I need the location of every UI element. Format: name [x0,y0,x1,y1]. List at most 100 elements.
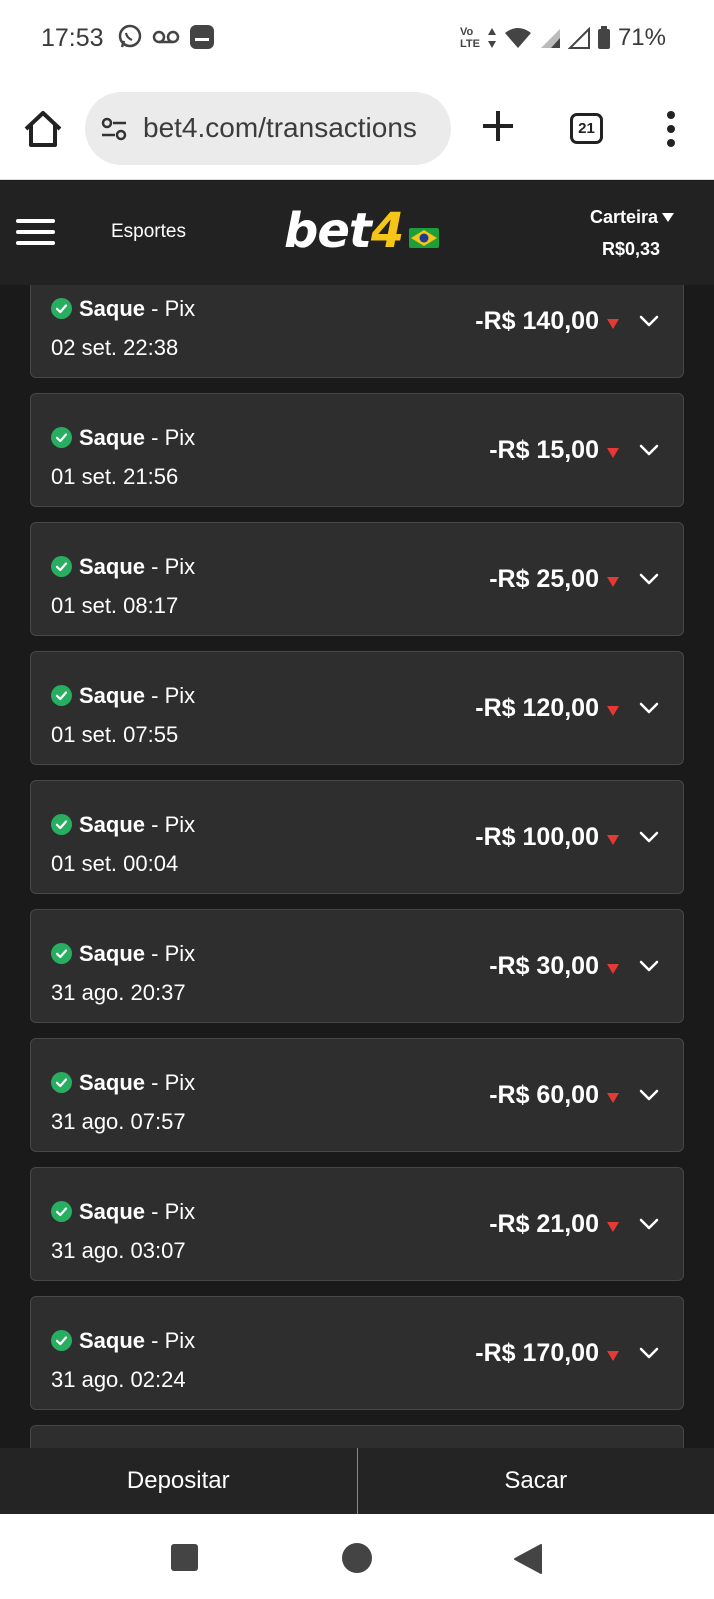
battery-percent: 71% [617,24,666,51]
transaction-type: Saque [79,1199,146,1224]
chevron-down-icon[interactable] [639,1089,659,1101]
transaction-type: Saque [79,812,146,837]
transaction-card[interactable]: Saque - Pix 31 ago. 07:57 -R$ 60,00 [30,1038,684,1152]
transaction-amount: -R$ 170,00 [475,1339,599,1367]
chevron-down-icon[interactable] [639,1347,659,1359]
transaction-method: - Pix [145,683,196,708]
transaction-title: Saque - Pix [79,425,195,451]
status-bar: 17:53 Vo LTE 71% [0,0,714,78]
transaction-date: 31 ago. 07:57 [51,1109,186,1134]
home-nav-icon[interactable] [342,1543,372,1573]
wallet-dropdown[interactable]: Carteira [590,207,674,228]
transaction-title: Saque - Pix [79,296,195,322]
transaction-method: - Pix [145,296,196,321]
transaction-card[interactable]: Saque - Pix 02 set. 22:38 -R$ 140,00 [30,285,684,378]
more-options-icon[interactable] [661,109,681,149]
transaction-method: - Pix [145,1199,196,1224]
transaction-type: Saque [79,683,146,708]
logo-text: bet4 [284,203,404,259]
chevron-down-icon[interactable] [639,831,659,843]
hamburger-icon[interactable] [16,219,55,245]
transaction-amount: -R$ 140,00 [475,307,599,335]
notification-icons [117,24,215,50]
transaction-method: - Pix [145,425,196,450]
chevron-down-icon[interactable] [639,702,659,714]
success-check-icon [51,556,72,577]
transaction-title: Saque - Pix [79,941,195,967]
chevron-down-icon[interactable] [639,315,659,327]
site-logo[interactable]: bet4 [284,201,440,261]
success-check-icon [51,298,72,319]
url-text[interactable]: bet4.com/transactions [143,112,417,144]
transaction-list[interactable]: Saque - Pix 02 set. 22:38 -R$ 140,00 Saque … [0,285,714,1448]
chevron-down-icon[interactable] [639,960,659,972]
transaction-title: Saque - Pix [79,683,195,709]
voicemail-icon [152,30,180,44]
transaction-type: Saque [79,1328,146,1353]
transaction-card[interactable]: Saque - Pix 01 set. 00:04 -R$ 100,00 [30,780,684,894]
outgoing-arrow-icon [607,319,619,329]
transaction-date: 02 set. 22:38 [51,335,179,360]
transaction-type: Saque [79,296,146,321]
status-right-icons: Vo LTE 71% [460,24,666,52]
transaction-amount: -R$ 60,00 [489,1081,599,1109]
logo-main: bet [284,203,372,259]
transaction-title: Saque - Pix [79,1328,195,1354]
signal-empty-icon [567,27,590,49]
data-arrows-icon [487,28,496,48]
success-check-icon [51,1072,72,1093]
transaction-card[interactable]: Saque - Pix 01 set. 08:17 -R$ 25,00 [30,522,684,636]
chevron-down-icon[interactable] [639,1218,659,1230]
recents-icon[interactable] [171,1544,198,1571]
outgoing-arrow-icon [607,964,619,974]
site-settings-icon[interactable] [99,114,129,144]
outgoing-arrow-icon [607,1222,619,1232]
bottom-action-bar: Depositar Sacar [0,1448,714,1514]
transaction-amount: -R$ 30,00 [489,952,599,980]
transaction-amount: -R$ 100,00 [475,823,599,851]
transaction-amount: -R$ 120,00 [475,694,599,722]
success-check-icon [51,1330,72,1351]
deposit-button[interactable]: Depositar [0,1448,357,1514]
back-icon[interactable] [513,1543,543,1575]
success-check-icon [51,943,72,964]
tab-switcher-button[interactable]: 21 [570,113,603,144]
transaction-type: Saque [79,941,146,966]
success-check-icon [51,1201,72,1222]
battery-icon [597,26,610,49]
transaction-card[interactable]: Saque - Pix 31 ago. 02:24 -R$ 170,00 [30,1296,684,1410]
outgoing-arrow-icon [607,706,619,716]
nav-link-esportes[interactable]: Esportes [111,221,186,243]
outgoing-arrow-icon [607,448,619,458]
transaction-method: - Pix [145,1328,196,1353]
transaction-amount: -R$ 25,00 [489,565,599,593]
transaction-card[interactable]: Saque - Pix 31 ago. 03:07 -R$ 21,00 [30,1167,684,1281]
browser-toolbar: bet4.com/transactions 21 [0,78,714,180]
transaction-amount: -R$ 21,00 [489,1210,599,1238]
transaction-amount: -R$ 15,00 [489,436,599,464]
caret-down-icon [662,213,674,222]
chevron-down-icon[interactable] [639,444,659,456]
withdraw-button[interactable]: Sacar [358,1448,714,1514]
system-nav-bar [0,1514,714,1599]
transaction-card[interactable]: Saque - Pix 01 set. 07:55 -R$ 120,00 [30,651,684,765]
outgoing-arrow-icon [607,1093,619,1103]
address-bar[interactable]: bet4.com/transactions [85,92,451,165]
transaction-date: 31 ago. 02:24 [51,1367,186,1392]
transaction-card[interactable]: Saque - Pix 31 ago. 20:37 -R$ 30,00 [30,909,684,1023]
transaction-type: Saque [79,425,146,450]
new-tab-icon[interactable] [478,106,518,146]
whatsapp-icon [118,24,142,48]
outgoing-arrow-icon [607,1351,619,1361]
chevron-down-icon[interactable] [639,573,659,585]
transaction-title: Saque - Pix [79,812,195,838]
home-icon[interactable] [22,108,64,150]
success-check-icon [51,427,72,448]
outgoing-arrow-icon [607,835,619,845]
transaction-date: 01 set. 08:17 [51,593,179,618]
transaction-card-partial[interactable] [30,1425,684,1448]
transaction-type: Saque [79,554,146,579]
status-time: 17:53 [41,24,104,52]
transaction-card[interactable]: Saque - Pix 01 set. 21:56 -R$ 15,00 [30,393,684,507]
transaction-date: 01 set. 00:04 [51,851,179,876]
